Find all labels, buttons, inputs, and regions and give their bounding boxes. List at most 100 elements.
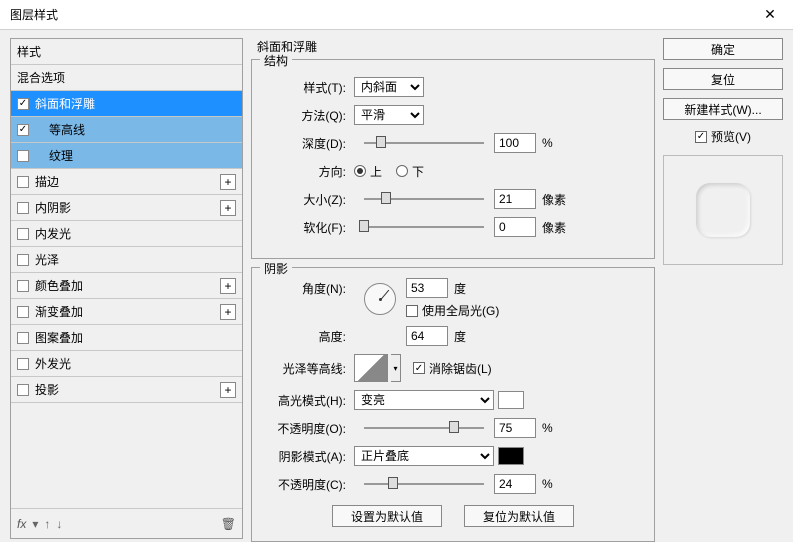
altitude-input[interactable] (406, 326, 448, 346)
size-unit: 像素 (542, 191, 566, 208)
make-default-button[interactable]: 设置为默认值 (332, 505, 442, 527)
close-icon[interactable]: ✕ (755, 6, 785, 23)
window-title: 图层样式 (10, 6, 58, 23)
angle-input[interactable] (406, 278, 448, 298)
technique-select[interactable]: 平滑 (354, 105, 424, 125)
highlight-opacity-slider[interactable] (364, 423, 484, 433)
checkbox-icon[interactable] (17, 98, 29, 110)
size-slider[interactable] (364, 194, 484, 204)
angle-dial[interactable] (364, 283, 396, 315)
styles-list: 样式 混合选项 斜面和浮雕 等高线 纹理 描边 + (11, 39, 242, 508)
technique-label: 方法(Q): (266, 107, 346, 124)
style-label: 样式(T): (266, 79, 346, 96)
direction-label: 方向: (266, 163, 346, 180)
add-effect-icon[interactable]: + (220, 174, 236, 190)
sidebar-item-label: 颜色叠加 (35, 277, 220, 294)
sidebar-item-drop-shadow[interactable]: 投影 + (11, 377, 242, 403)
blending-options-row[interactable]: 混合选项 (11, 65, 242, 91)
highlight-mode-select[interactable]: 变亮 (354, 390, 494, 410)
ok-button[interactable]: 确定 (663, 38, 783, 60)
sidebar-item-contour[interactable]: 等高线 (11, 117, 242, 143)
add-effect-icon[interactable]: + (220, 304, 236, 320)
new-style-button[interactable]: 新建样式(W)... (663, 98, 783, 120)
action-column: 确定 复位 新建样式(W)... 预览(V) (663, 38, 783, 539)
gloss-contour-picker[interactable] (354, 354, 388, 382)
checkbox-icon[interactable] (17, 384, 29, 396)
checkbox-icon[interactable] (17, 358, 29, 370)
sidebar-footer: fx ▾ ↑ ↓ 🗑 (11, 508, 242, 538)
size-label: 大小(Z): (266, 191, 346, 208)
move-down-icon[interactable]: ↓ (56, 517, 62, 531)
checkbox-icon (406, 305, 418, 317)
highlight-color-swatch[interactable] (498, 391, 524, 409)
checkbox-icon[interactable] (17, 332, 29, 344)
sidebar-item-label: 纹理 (35, 147, 236, 164)
checkbox-icon[interactable] (17, 176, 29, 188)
dropdown-icon[interactable]: ▾ (32, 517, 38, 531)
trash-icon[interactable]: 🗑 (221, 517, 236, 531)
content: 样式 混合选项 斜面和浮雕 等高线 纹理 描边 + (0, 30, 793, 539)
global-light-checkbox[interactable]: 使用全局光(G) (406, 302, 499, 319)
size-input[interactable] (494, 189, 536, 209)
settings-panel: 斜面和浮雕 结构 样式(T): 内斜面 方法(Q): 平滑 深度(D): % 方… (243, 38, 663, 539)
sidebar-item-label: 内发光 (35, 225, 236, 242)
soften-slider[interactable] (364, 222, 484, 232)
sidebar-item-pattern-overlay[interactable]: 图案叠加 (11, 325, 242, 351)
antialias-checkbox[interactable]: 消除锯齿(L) (413, 360, 492, 377)
sidebar-item-label: 斜面和浮雕 (35, 95, 236, 112)
shading-fieldset: 阴影 角度(N): 度 使用全局光(G) 高度: 度 (251, 267, 655, 542)
altitude-unit: 度 (454, 328, 466, 345)
sidebar-item-inner-glow[interactable]: 内发光 (11, 221, 242, 247)
add-effect-icon[interactable]: + (220, 200, 236, 216)
checkbox-icon[interactable] (17, 228, 29, 240)
preview-checkbox[interactable]: 预览(V) (695, 128, 751, 145)
sidebar-item-inner-shadow[interactable]: 内阴影 + (11, 195, 242, 221)
sidebar-item-label: 光泽 (35, 251, 236, 268)
sidebar-item-label: 外发光 (35, 355, 236, 372)
sidebar-item-outer-glow[interactable]: 外发光 (11, 351, 242, 377)
direction-up-radio[interactable]: 上 (354, 163, 382, 180)
depth-label: 深度(D): (266, 135, 346, 152)
sidebar-item-label: 渐变叠加 (35, 303, 220, 320)
shading-legend: 阴影 (260, 260, 292, 277)
sidebar-item-color-overlay[interactable]: 颜色叠加 + (11, 273, 242, 299)
sidebar-item-label: 内阴影 (35, 199, 220, 216)
styles-sidebar: 样式 混合选项 斜面和浮雕 等高线 纹理 描边 + (10, 38, 243, 539)
highlight-opacity-label: 不透明度(O): (266, 420, 346, 437)
reset-default-button[interactable]: 复位为默认值 (464, 505, 574, 527)
direction-down-radio[interactable]: 下 (396, 163, 424, 180)
sidebar-item-gradient-overlay[interactable]: 渐变叠加 + (11, 299, 242, 325)
sidebar-item-satin[interactable]: 光泽 (11, 247, 242, 273)
shadow-mode-select[interactable]: 正片叠底 (354, 446, 494, 466)
depth-unit: % (542, 136, 553, 150)
panel-title: 斜面和浮雕 (257, 38, 655, 55)
pct-unit: % (542, 477, 553, 491)
checkbox-icon[interactable] (17, 202, 29, 214)
add-effect-icon[interactable]: + (220, 382, 236, 398)
fx-menu-icon[interactable]: fx (17, 517, 26, 531)
shadow-opacity-slider[interactable] (364, 479, 484, 489)
cancel-button[interactable]: 复位 (663, 68, 783, 90)
move-up-icon[interactable]: ↑ (44, 517, 50, 531)
style-select[interactable]: 内斜面 (354, 77, 424, 97)
sidebar-item-stroke[interactable]: 描边 + (11, 169, 242, 195)
depth-input[interactable] (494, 133, 536, 153)
soften-input[interactable] (494, 217, 536, 237)
depth-slider[interactable] (364, 138, 484, 148)
checkbox-icon[interactable] (17, 150, 29, 162)
highlight-mode-label: 高光模式(H): (266, 392, 346, 409)
shadow-opacity-label: 不透明度(C): (266, 476, 346, 493)
shadow-color-swatch[interactable] (498, 447, 524, 465)
checkbox-icon[interactable] (17, 124, 29, 136)
chevron-down-icon[interactable]: ▾ (391, 354, 401, 382)
sidebar-item-bevel[interactable]: 斜面和浮雕 (11, 91, 242, 117)
altitude-label: 高度: (266, 328, 346, 345)
shadow-opacity-input[interactable] (494, 474, 536, 494)
sidebar-item-label: 等高线 (35, 121, 236, 138)
checkbox-icon[interactable] (17, 306, 29, 318)
highlight-opacity-input[interactable] (494, 418, 536, 438)
checkbox-icon[interactable] (17, 280, 29, 292)
checkbox-icon[interactable] (17, 254, 29, 266)
sidebar-item-texture[interactable]: 纹理 (11, 143, 242, 169)
add-effect-icon[interactable]: + (220, 278, 236, 294)
